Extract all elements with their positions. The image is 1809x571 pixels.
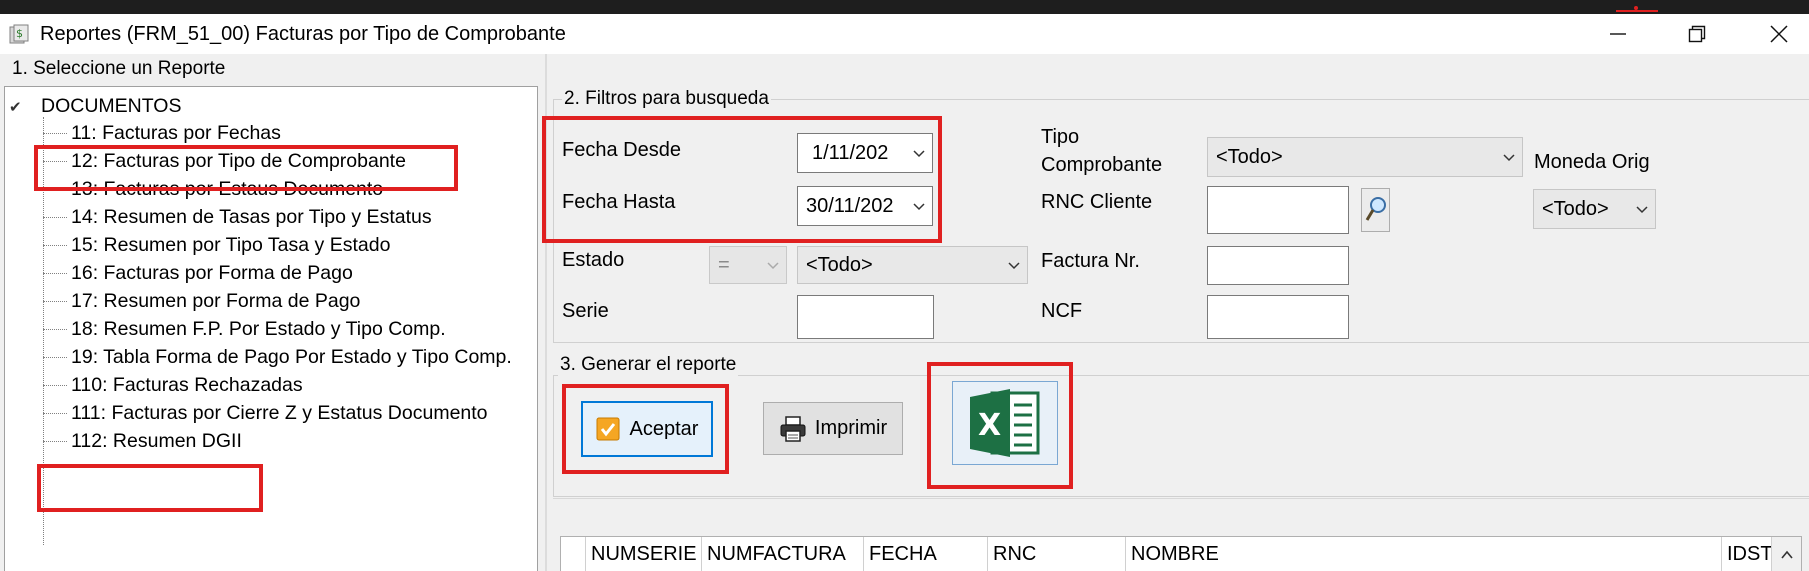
- tree-item-14[interactable]: 14: Resumen de Tasas por Tipo y Estatus: [43, 206, 432, 229]
- tree-item-label: 17: Resumen por Forma de Pago: [71, 290, 361, 312]
- excel-export-button[interactable]: X: [952, 381, 1058, 465]
- tree-item-label: 112: Resumen DGII: [71, 430, 242, 452]
- checkbox-icon: [596, 417, 620, 441]
- report-tree: ✔ DOCUMENTOS 11: Facturas por Fechas 12:…: [4, 86, 538, 571]
- tipo-comprobante-value: <Todo>: [1216, 145, 1283, 168]
- estado-value: <Todo>: [806, 253, 873, 276]
- print-label: Imprimir: [814, 417, 888, 439]
- column-header-rnc[interactable]: RNC: [987, 537, 1125, 571]
- accept-label: Aceptar: [629, 417, 699, 440]
- restore-icon: [1688, 25, 1706, 43]
- scroll-up-button[interactable]: [1771, 537, 1801, 571]
- svg-text:X: X: [978, 408, 1001, 443]
- print-button[interactable]: Imprimir: [763, 402, 903, 455]
- accept-button[interactable]: Aceptar: [581, 401, 713, 457]
- moneda-select[interactable]: <Todo>: [1533, 189, 1656, 229]
- fecha-desde-label: Fecha Desde: [562, 139, 681, 161]
- column-header-fecha[interactable]: FECHA: [863, 537, 987, 571]
- fecha-hasta-value: 30/11/202: [806, 194, 894, 217]
- tree-item-110[interactable]: 110: Facturas Rechazadas: [43, 374, 303, 397]
- fecha-desde-value: 1/11/202: [812, 141, 889, 164]
- tree-item-111[interactable]: 111: Facturas por Cierre Z y Estatus Doc…: [43, 402, 488, 425]
- chevron-down-icon[interactable]: ✔: [9, 98, 25, 116]
- column-header-nombre[interactable]: NOMBRE: [1125, 537, 1721, 571]
- window-title: Reportes (FRM_51_00) Facturas por Tipo d…: [40, 23, 566, 45]
- tree-item-112[interactable]: 112: Resumen DGII: [43, 430, 242, 453]
- serie-input[interactable]: [797, 295, 934, 339]
- factura-nr-input[interactable]: [1207, 246, 1349, 285]
- factura-nr-label: Factura Nr.: [1041, 250, 1140, 272]
- tree-item-18[interactable]: 18: Resumen F.P. Por Estado y Tipo Comp.: [43, 318, 446, 341]
- chevron-down-icon[interactable]: [912, 199, 926, 213]
- generate-legend: 3. Generar el reporte: [558, 354, 739, 376]
- fecha-desde-picker[interactable]: 1/11/202: [797, 133, 933, 173]
- tree-item-11[interactable]: 11: Facturas por Fechas: [43, 122, 281, 145]
- moneda-label: Moneda Orig: [1534, 151, 1650, 173]
- estado-label: Estado: [562, 249, 625, 271]
- chevron-down-icon[interactable]: [912, 146, 926, 160]
- tipo-comprobante-label-1: Tipo: [1041, 126, 1080, 148]
- restore-button[interactable]: [1662, 14, 1732, 54]
- tree-item-label: 110: Facturas Rechazadas: [71, 374, 303, 396]
- estado-operator-value: =: [718, 253, 730, 276]
- tree-item-15[interactable]: 15: Resumen por Tipo Tasa y Estado: [43, 234, 390, 257]
- app-icon: $: [9, 24, 29, 44]
- close-icon: [1770, 25, 1788, 43]
- minimize-button[interactable]: [1583, 14, 1653, 54]
- tree-item-19[interactable]: 19: Tabla Forma de Pago Por Estado y Tip…: [43, 346, 512, 369]
- notification-underline: [1616, 10, 1658, 12]
- svg-text:$: $: [16, 27, 23, 40]
- column-header-numfactura[interactable]: NUMFACTURA: [701, 537, 863, 571]
- rnc-search-button[interactable]: [1361, 188, 1390, 232]
- search-icon: [1365, 197, 1386, 221]
- chevron-down-icon[interactable]: [1635, 202, 1649, 216]
- report-section-legend: 1. Seleccione un Reporte: [10, 58, 228, 80]
- top-strip: [0, 0, 1809, 14]
- tree-item-label: 15: Resumen por Tipo Tasa y Estado: [71, 234, 391, 256]
- column-header-numserie[interactable]: NUMSERIE: [585, 537, 701, 571]
- tree-root-documentos[interactable]: ✔ DOCUMENTOS: [9, 95, 181, 118]
- tipo-comprobante-label-2: Comprobante: [1041, 154, 1163, 176]
- panel-divider: [545, 54, 547, 571]
- generate-group: [553, 375, 1809, 497]
- ncf-label: NCF: [1041, 300, 1083, 322]
- fecha-hasta-picker[interactable]: 30/11/202: [797, 186, 933, 226]
- chevron-down-icon: [767, 262, 779, 270]
- report-selector-panel: ✔ DOCUMENTOS 11: Facturas por Fechas 12:…: [0, 54, 545, 571]
- rnc-cliente-input[interactable]: [1207, 186, 1349, 234]
- ncf-input[interactable]: [1207, 295, 1349, 339]
- results-grid-header: NUMSERIE NUMFACTURA FECHA RNC NOMBRE IDS…: [560, 536, 1802, 571]
- tree-item-17[interactable]: 17: Resumen por Forma de Pago: [43, 290, 360, 313]
- tree-item-16[interactable]: 16: Facturas por Forma de Pago: [43, 262, 353, 285]
- estado-operator-select: =: [709, 246, 787, 284]
- chevron-down-icon[interactable]: [1502, 150, 1516, 164]
- minimize-icon: [1610, 33, 1626, 35]
- column-header-idst[interactable]: IDST: [1721, 537, 1773, 571]
- close-button[interactable]: [1744, 14, 1809, 54]
- estado-select[interactable]: <Todo>: [797, 246, 1028, 284]
- tree-item-label: 18: Resumen F.P. Por Estado y Tipo Comp.: [71, 318, 446, 340]
- serie-label: Serie: [562, 300, 609, 322]
- chevron-down-icon[interactable]: [1007, 258, 1021, 272]
- rnc-cliente-label: RNC Cliente: [1041, 191, 1153, 213]
- excel-icon: X: [970, 389, 1040, 457]
- title-bar: $ Reportes (FRM_51_00) Facturas por Tipo…: [0, 14, 1809, 54]
- tree-item-label: 14: Resumen de Tasas por Tipo y Estatus: [71, 206, 432, 228]
- tree-item-12[interactable]: 12: Facturas por Tipo de Comprobante: [43, 150, 406, 173]
- printer-icon: [780, 415, 806, 442]
- tree-item-label: 11: Facturas por Fechas: [71, 122, 281, 144]
- tipo-comprobante-select[interactable]: <Todo>: [1207, 137, 1523, 177]
- chevron-up-icon: [1780, 550, 1793, 559]
- tree-item-label: 13: Facturas por Estaus Documento: [71, 178, 384, 200]
- tree-item-label: 12: Facturas por Tipo de Comprobante: [71, 150, 406, 172]
- moneda-value: <Todo>: [1542, 197, 1609, 220]
- tree-root-label: DOCUMENTOS: [41, 95, 182, 117]
- fecha-hasta-label: Fecha Hasta: [562, 191, 676, 213]
- tree-item-label: 19: Tabla Forma de Pago Por Estado y Tip…: [71, 346, 512, 368]
- tree-item-13[interactable]: 13: Facturas por Estaus Documento: [43, 178, 383, 201]
- tree-item-label: 111: Facturas por Cierre Z y Estatus Doc…: [71, 402, 488, 424]
- tree-item-label: 16: Facturas por Forma de Pago: [71, 262, 353, 284]
- filters-legend: 2. Filtros para busqueda: [562, 88, 771, 110]
